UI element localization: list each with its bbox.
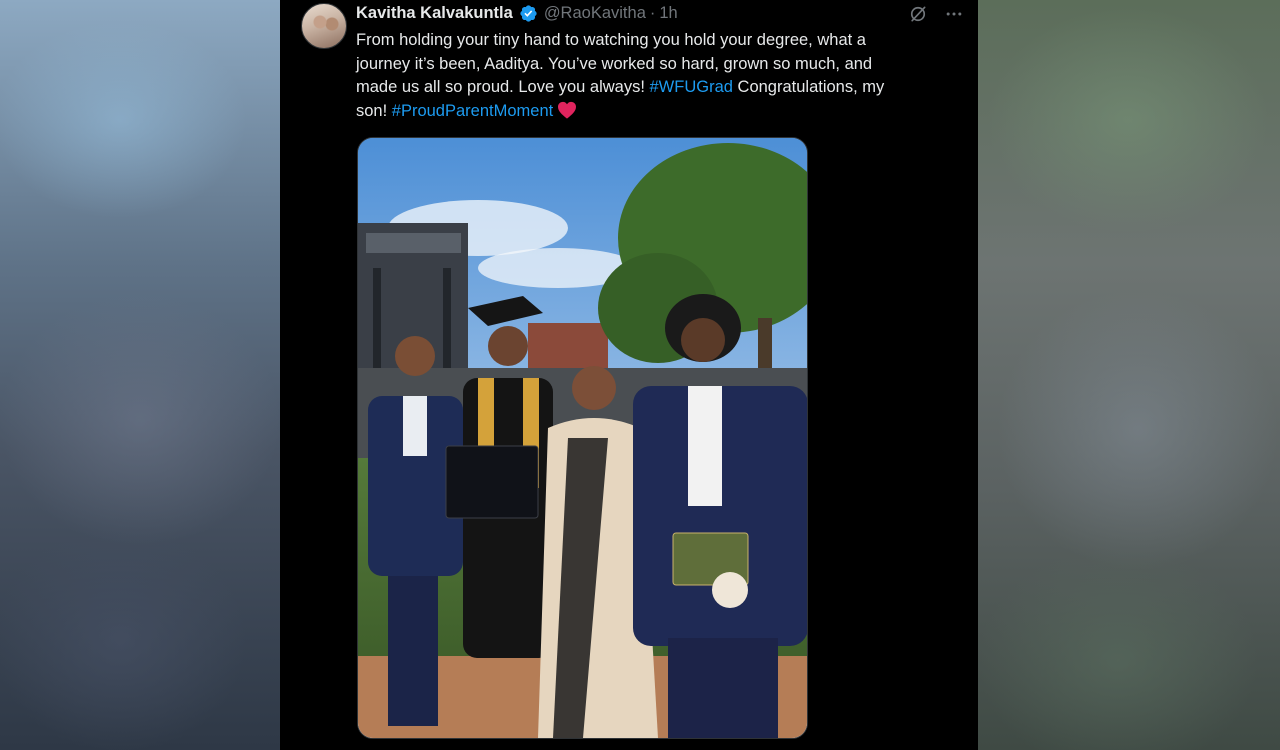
tweet-body: From holding your tiny hand to watching …	[356, 29, 946, 123]
meta-separator: ·	[649, 3, 656, 22]
red-heart-icon	[558, 101, 577, 119]
hashtag-proudparentmoment[interactable]: #ProudParentMoment	[392, 102, 553, 120]
tweet-text-segment: made us all so proud. Love you always!	[356, 78, 650, 96]
tweet-text-segment: Congratulations, my	[732, 78, 885, 96]
more-options-icon[interactable]	[944, 4, 964, 24]
grok-icon[interactable]	[908, 4, 928, 24]
tweet-text-line-4: son! #ProudParentMoment	[356, 100, 946, 124]
author-handle[interactable]: @RaoKavitha	[544, 4, 646, 23]
author-avatar[interactable]	[301, 3, 347, 49]
author-name[interactable]: Kavitha Kalvakuntla	[356, 4, 513, 23]
tweet-header: Kavitha Kalvakuntla @RaoKavitha · 1h	[356, 3, 678, 23]
hashtag-wfugrad[interactable]: #WFUGrad	[650, 78, 733, 96]
graduation-photo	[358, 138, 807, 738]
tweet-actions	[908, 4, 964, 24]
tweet-text-line-3: made us all so proud. Love you always! #…	[356, 76, 946, 100]
tweet-text-line-1: From holding your tiny hand to watching …	[356, 31, 866, 49]
tweet-photo[interactable]	[357, 137, 808, 739]
tweet-text-segment: son!	[356, 101, 392, 120]
verified-badge-icon	[520, 4, 537, 22]
tweet-text-line-2: journey it’s been, Aaditya. You’ve worke…	[356, 54, 873, 73]
tweet-timestamp[interactable]: 1h	[659, 4, 677, 23]
blurred-background-left	[0, 0, 280, 750]
tweet-card[interactable]: Kavitha Kalvakuntla @RaoKavitha · 1h Fro…	[280, 0, 978, 750]
blurred-background-right	[978, 0, 1280, 750]
